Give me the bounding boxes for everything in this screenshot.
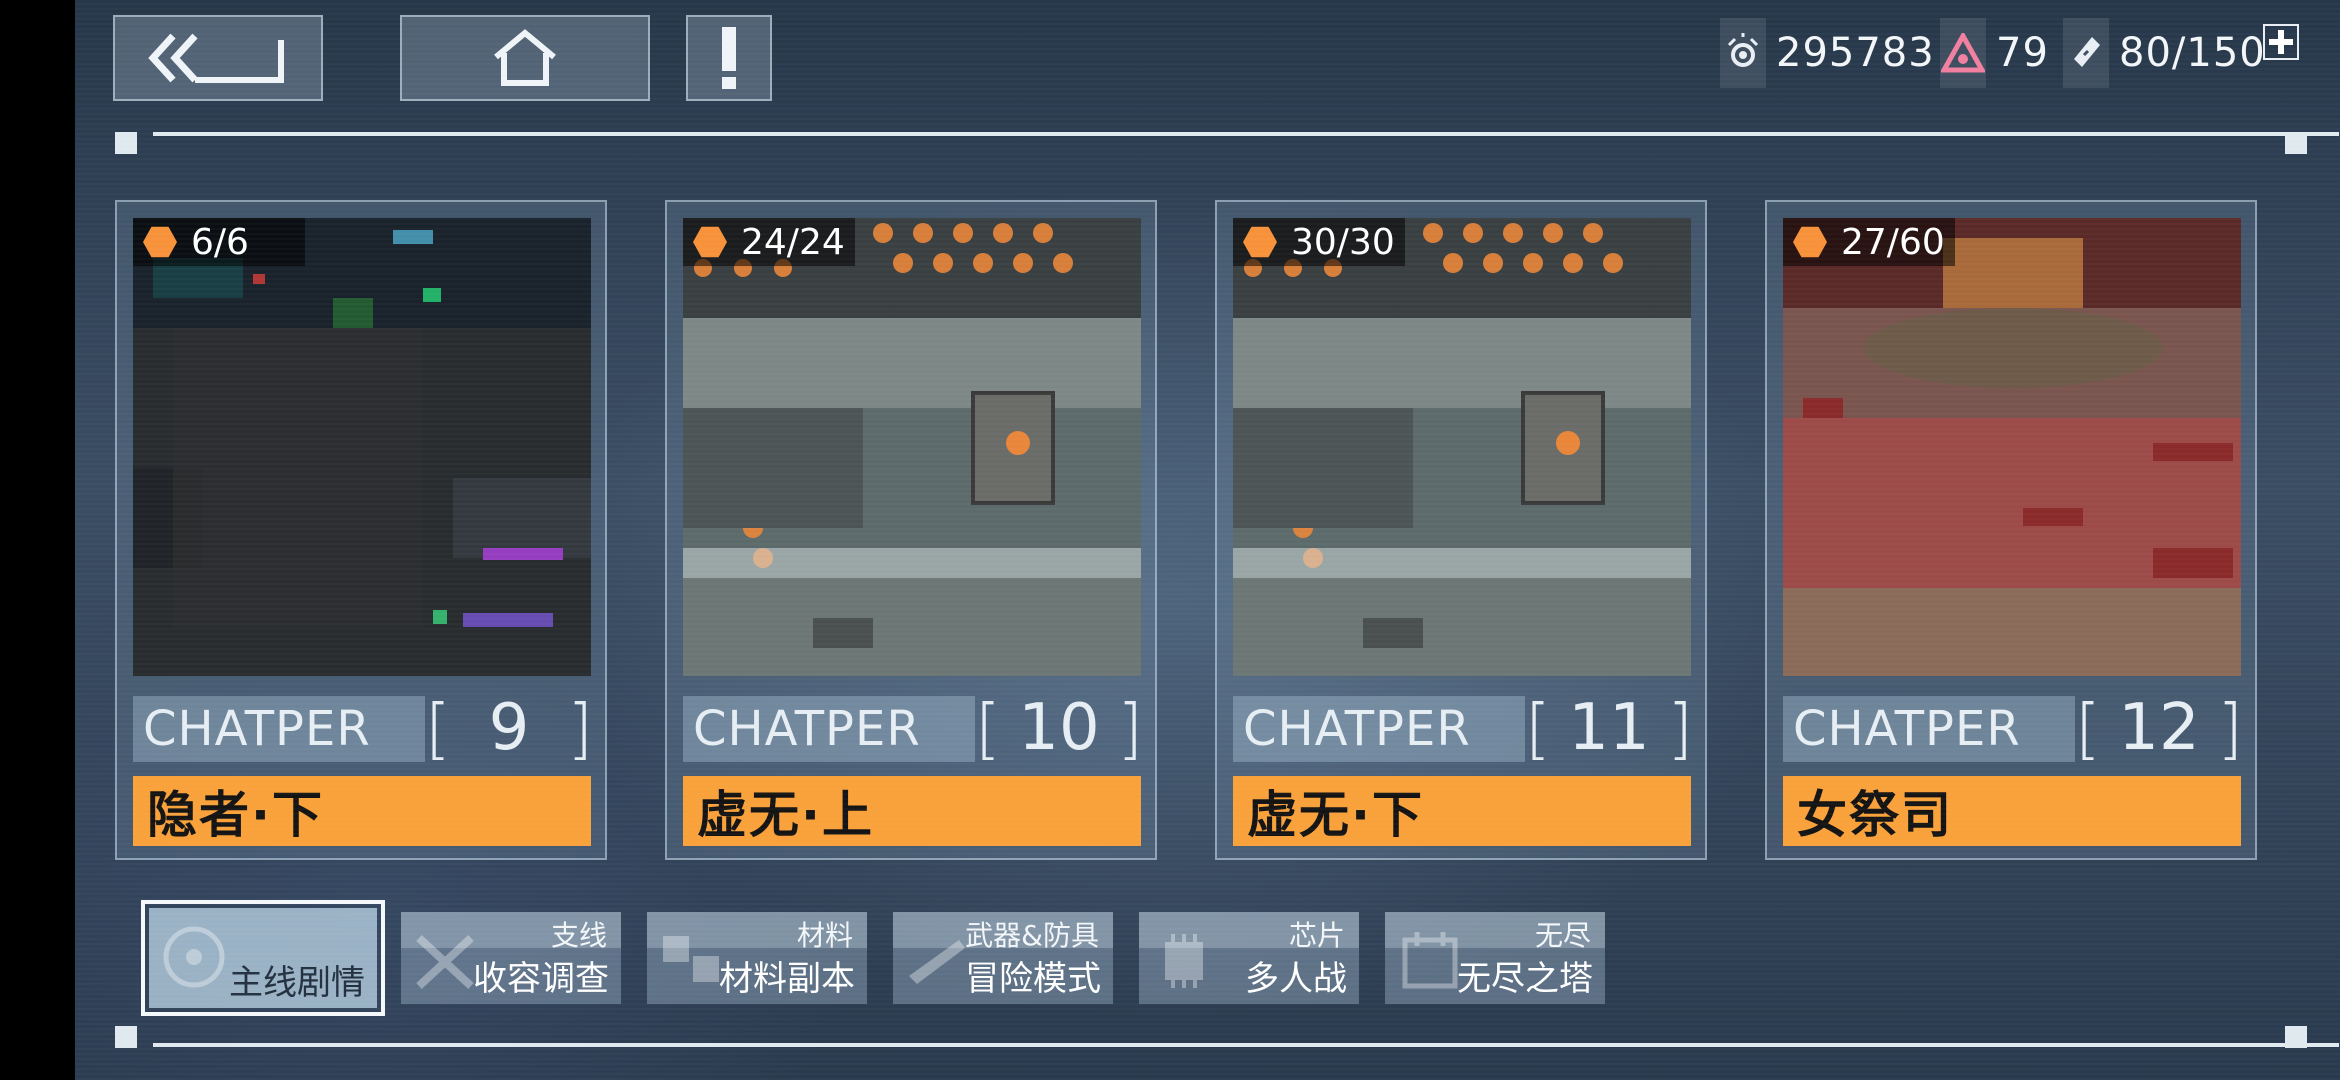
tab-label: 主线剧情 (229, 963, 365, 1003)
chapter-title: 虚无·下 (1233, 776, 1691, 846)
chapter-number-value: 11 (1568, 691, 1650, 765)
chapter-progress: 24/24 (683, 218, 855, 266)
chapter-number-value: 9 (488, 691, 530, 765)
currency-coins: 295783 (1720, 18, 1935, 88)
chapter-card-10[interactable]: 24/24 CHATPER [10] 虚无·上 (665, 200, 1157, 860)
chapter-thumbnail (683, 218, 1141, 676)
chapter-number-value: 10 (1018, 691, 1100, 765)
chapter-card-11[interactable]: 30/30 CHATPER [11] 虚无·下 (1215, 200, 1707, 860)
tab-category: 武器&防具 (965, 919, 1099, 952)
tab-label: 无尽之塔 (1457, 959, 1593, 999)
tab-label: 多人战 (1245, 959, 1347, 999)
energy-ticket-icon (2063, 18, 2109, 88)
progress-value: 6/6 (191, 221, 249, 263)
tab-materials[interactable]: 材料 材料副本 (647, 912, 867, 1004)
tab-side-story[interactable]: 支线 收容调查 (401, 912, 621, 1004)
chapter-card-9[interactable]: 6/6 CHATPER [9] 隐者·下 (115, 200, 607, 860)
chapter-number-value: 12 (2118, 691, 2200, 765)
calendar-icon (1402, 932, 1458, 989)
disc-icon (163, 926, 225, 988)
chapter-number: [11] (1525, 689, 1693, 767)
energy-value: 80/150 (2119, 30, 2266, 76)
back-button[interactable] (113, 15, 323, 101)
add-energy-button[interactable] (2263, 24, 2299, 60)
eye-orb-icon (1720, 18, 1766, 88)
chapter-number: [9] (425, 689, 593, 767)
home-button[interactable] (400, 15, 650, 101)
chapter-thumbnail (133, 218, 591, 676)
chapter-progress: 27/60 (1783, 218, 1955, 266)
tab-category: 无尽 (1534, 919, 1591, 952)
alerts-value: 79 (1996, 30, 2049, 76)
top-rail (153, 132, 2339, 136)
chip-icon (1165, 934, 1203, 988)
home-icon (494, 29, 556, 86)
chapter-thumbnail (1233, 218, 1691, 676)
hexagon-icon (693, 226, 727, 258)
chapter-label: CHATPER (1783, 696, 2075, 762)
currency-alerts: 79 (1940, 18, 2049, 88)
chapter-card-12[interactable]: 27/60 CHATPER [12] 女祭司 (1765, 200, 2257, 860)
progress-value: 30/30 (1291, 221, 1395, 263)
plus-icon (2269, 30, 2293, 54)
top-rail-left-cap (115, 132, 137, 154)
tab-label: 材料副本 (719, 959, 855, 999)
chapter-label: CHATPER (1233, 696, 1525, 762)
chapter-number: [12] (2075, 689, 2243, 767)
chapter-progress: 6/6 (133, 218, 305, 266)
stage: 295783 79 80/150 6/6 CHATPER [9] 隐者·下 … (75, 0, 2340, 1080)
tab-main-story[interactable]: 主线剧情 (141, 900, 385, 1016)
cubes-icon (663, 936, 719, 982)
bottom-rail-left-cap (115, 1026, 137, 1048)
chapter-title: 女祭司 (1783, 776, 2241, 846)
tab-adventure[interactable]: 武器&防具 冒险模式 (893, 912, 1113, 1004)
tab-multiplayer[interactable]: 芯片 多人战 (1139, 912, 1359, 1004)
cross-arrows-icon (416, 935, 474, 989)
alert-button[interactable] (686, 15, 772, 101)
top-rail-right-cap (2285, 132, 2307, 154)
chapter-number: [10] (975, 689, 1143, 767)
chapter-thumbnail (1783, 218, 2241, 676)
warning-triangle-icon (1940, 18, 1986, 88)
chapter-label: CHATPER (133, 696, 425, 762)
chapter-title: 隐者·下 (133, 776, 591, 846)
hexagon-icon (1243, 226, 1277, 258)
double-chevron-left-icon (148, 33, 284, 83)
tab-category: 支线 (550, 919, 607, 952)
bottom-rail-right-cap (2285, 1026, 2307, 1048)
chapter-title: 虚无·上 (683, 776, 1141, 846)
hexagon-icon (1793, 226, 1827, 258)
progress-value: 24/24 (741, 221, 845, 263)
exclamation-icon (722, 27, 736, 89)
tab-endless-tower[interactable]: 无尽 无尽之塔 (1385, 912, 1605, 1004)
currency-energy: 80/150 (2063, 18, 2266, 88)
chapter-progress: 30/30 (1233, 218, 1405, 266)
tab-label: 收容调查 (473, 959, 609, 999)
tab-category: 材料 (796, 919, 853, 952)
tab-label: 冒险模式 (965, 959, 1101, 999)
weapon-icon (909, 940, 965, 984)
progress-value: 27/60 (1841, 221, 1945, 263)
bottom-rail (153, 1043, 2339, 1047)
coins-value: 295783 (1776, 30, 1935, 76)
tab-category: 芯片 (1288, 919, 1345, 952)
chapter-label: CHATPER (683, 696, 975, 762)
hexagon-icon (143, 226, 177, 258)
